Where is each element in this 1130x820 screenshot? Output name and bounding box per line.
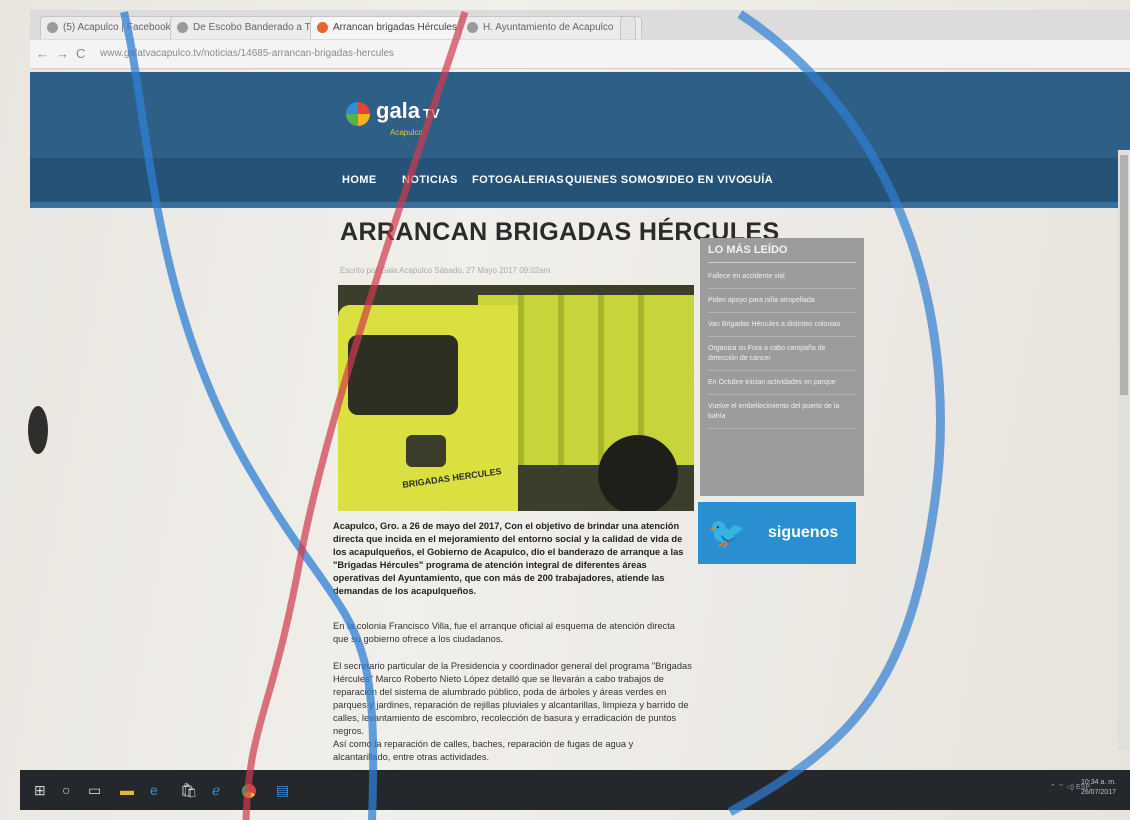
truck-wheel: [598, 435, 678, 511]
clock-time: 10:34 a. m.: [1080, 779, 1116, 786]
browser-tab-4[interactable]: H. Ayuntamiento de Acapulco: [460, 16, 642, 39]
article-paragraph-1: En la colonia Francisco Villa, fue el ar…: [333, 621, 675, 644]
twitter-follow-button[interactable]: 🐦 siguenos: [698, 502, 856, 564]
most-read-panel: LO MÁS LEÍDO Fallece en accidente vial P…: [700, 238, 864, 496]
divider: [708, 370, 856, 371]
word-icon[interactable]: ▤: [276, 782, 289, 799]
most-read-item[interactable]: Organiza su Fora a cabo campaña de detec…: [708, 344, 856, 364]
tab-label: Arrancan brigadas Hércules: [333, 22, 457, 33]
clock-date: 26/07/2017: [1080, 789, 1116, 796]
taskbar-clock[interactable]: 10:34 a. m. 26/07/2017: [1081, 778, 1116, 798]
browser-tab-3[interactable]: Arrancan brigadas Hércules: [310, 16, 482, 39]
nav-video-en-vivo[interactable]: VIDEO EN VIVO: [658, 174, 745, 186]
most-read-item[interactable]: Van Brigadas Hércules a distintas coloni…: [708, 320, 856, 330]
tray-arrow-icon[interactable]: ⌃: [1050, 784, 1056, 791]
logo-gala: gala: [376, 98, 421, 123]
twitter-bird-icon: 🐦: [708, 517, 746, 550]
reload-icon[interactable]: C: [76, 46, 85, 61]
divider: [708, 288, 856, 289]
forward-arrow-icon[interactable]: →: [56, 46, 69, 61]
volume-icon[interactable]: ◁): [1066, 784, 1074, 791]
most-read-item[interactable]: Vuelve el embellecimiento del puerto de …: [708, 402, 856, 422]
facebook-icon: [47, 22, 58, 33]
store-icon[interactable]: 🛍: [180, 782, 198, 799]
truck-door-lettering: BRIGADAS HERCULES: [401, 466, 503, 490]
logo-tv: TV: [423, 106, 440, 121]
truck-slat: [518, 295, 524, 465]
most-read-item[interactable]: Fallece en accidente vial: [708, 272, 856, 282]
brigadas-logo-icon: [406, 435, 446, 467]
new-tab-button[interactable]: [620, 16, 636, 39]
tab-label: H. Ayuntamiento de Acapulco: [483, 22, 614, 33]
browser-tab-bar: (5) Acapulco | Facebook De Escobo Bander…: [30, 10, 1130, 41]
article-byline: Escrito por Gala Acapulco Sábado, 27 May…: [340, 266, 551, 275]
divider: [708, 262, 856, 263]
truck-slat: [558, 295, 564, 465]
truck-cab: BRIGADAS HERCULES: [338, 305, 518, 511]
truck-slat: [598, 295, 604, 465]
divider: [708, 312, 856, 313]
tab-label: De Escobo Banderado a T: [193, 22, 311, 33]
start-windows-icon[interactable]: ⊞: [34, 782, 46, 799]
site-header: gala TV Acapulco: [30, 72, 1130, 158]
site-logo[interactable]: gala TV: [376, 98, 440, 124]
url-input[interactable]: www.galatvacapulco.tv/noticias/14685-arr…: [100, 45, 430, 63]
page-icon: [467, 22, 478, 33]
nav-noticias[interactable]: NOTICIAS: [402, 174, 458, 186]
file-explorer-icon[interactable]: ▬: [120, 782, 134, 798]
browser-tab-2[interactable]: De Escobo Banderado a T: [170, 16, 332, 39]
divider: [708, 428, 856, 429]
most-read-item[interactable]: En Octubre inician actividades en parque: [708, 378, 856, 388]
article-lead: Acapulco, Gro. a 26 de mayo del 2017, Co…: [333, 521, 684, 596]
cortana-search-icon[interactable]: ○: [62, 782, 70, 798]
divider: [708, 336, 856, 337]
logo-subtitle: Acapulco: [390, 128, 423, 137]
address-bar: ← → C www.galatvacapulco.tv/noticias/146…: [30, 40, 1130, 69]
divider: [708, 394, 856, 395]
truck-window: [348, 335, 458, 415]
nav-quienes-somos[interactable]: QUIENES SOMOS: [565, 174, 664, 186]
nav-fotogalerias[interactable]: FOTOGALERIAS: [472, 174, 564, 186]
gala-logo-icon[interactable]: [346, 102, 370, 126]
back-arrow-icon[interactable]: ←: [36, 46, 49, 61]
nav-home[interactable]: HOME: [342, 174, 377, 186]
article-paragraph-3: Así como la reparación de calles, baches…: [333, 739, 634, 762]
task-view-icon[interactable]: ▭: [88, 782, 101, 799]
network-icon[interactable]: ⌔: [1058, 784, 1065, 791]
scrollbar-thumb[interactable]: [1120, 155, 1128, 395]
tab-label: (5) Acapulco | Facebook: [63, 22, 171, 33]
most-read-title: LO MÁS LEÍDO: [708, 244, 788, 256]
main-nav: HOME NOTICIAS FOTOGALERIAS QUIENES SOMOS…: [30, 158, 1130, 202]
site-favicon-icon: [317, 22, 328, 33]
article-photo: BRIGADAS HERCULES: [338, 285, 694, 511]
follow-label: siguenos: [768, 524, 839, 541]
most-read-item[interactable]: Piden apoyo para niña atropellada: [708, 296, 856, 306]
internet-explorer-icon[interactable]: ℯ: [212, 782, 220, 799]
nav-divider: [30, 202, 1130, 208]
windows-taskbar: ⊞ ○ ▭ ▬ e 🛍 ℯ ▤ ⌃ ⌔ ◁) ESP 10:34 a. m. 2…: [20, 770, 1130, 810]
edge-browser-icon[interactable]: e: [150, 782, 158, 798]
gmail-icon: [177, 22, 188, 33]
nav-guia[interactable]: GUÍA: [744, 174, 773, 186]
article-paragraph-2: El secretario particular de la Presidenc…: [333, 661, 692, 736]
chrome-icon[interactable]: [242, 784, 256, 798]
